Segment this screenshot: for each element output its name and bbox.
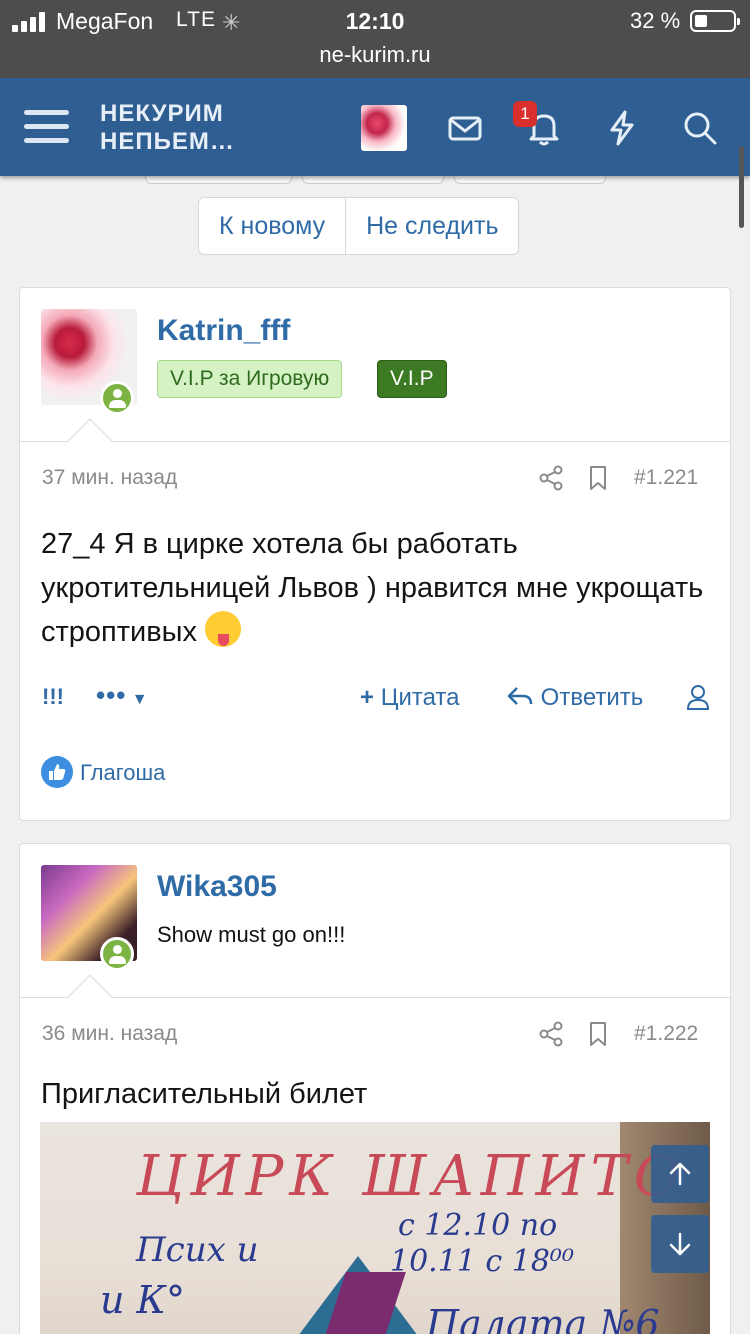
arrow-up-icon <box>669 1162 691 1186</box>
post: Wika305 Show must go on!!! 36 мин. назад… <box>19 843 731 1334</box>
like-icon <box>41 756 73 788</box>
username[interactable]: Wika305 <box>157 870 277 904</box>
more-options-button[interactable]: ••• ▼ <box>96 680 149 711</box>
scroll-to-bottom-button[interactable] <box>651 1215 709 1273</box>
bookmark-icon[interactable] <box>588 1021 608 1047</box>
plus-icon: + <box>360 684 375 711</box>
more-label: ••• <box>96 680 127 710</box>
status-bar: MegaFon LTE ✳ 12:10 32 % ne-kurim.ru <box>0 0 750 78</box>
scroll-to-top-button[interactable] <box>651 1145 709 1203</box>
search-icon[interactable] <box>680 108 720 148</box>
user-title: Show must go on!!! <box>157 922 346 947</box>
logo-line-2: НЕПЬЕМ… <box>100 128 235 155</box>
post-time[interactable]: 37 мин. назад <box>42 466 177 490</box>
battery-icon <box>690 10 740 32</box>
user-pointer-arrow <box>67 418 113 464</box>
post: Katrin_fff V.I.P за Игровую V.I.P 37 мин… <box>19 287 731 821</box>
site-logo[interactable]: НЕКУРИМ НЕПЬЕМ… <box>100 100 235 156</box>
user-banner: V.I.P <box>377 360 447 398</box>
site-header: НЕКУРИМ НЕПЬЕМ… <box>0 78 750 176</box>
user-banner: V.I.P за Игровую <box>157 360 343 398</box>
quote-button[interactable]: + Цитата <box>360 684 459 712</box>
divider <box>20 441 730 442</box>
report-button[interactable]: !!! <box>42 684 64 710</box>
user-icon[interactable] <box>686 684 710 710</box>
chevron-down-icon: ▼ <box>126 691 149 708</box>
tongue-out-emoji-icon <box>205 611 242 647</box>
arrow-down-icon <box>669 1232 691 1256</box>
reaction-user[interactable]: Глагоша <box>80 760 165 786</box>
quote-label: Цитата <box>380 684 460 711</box>
reply-button[interactable]: Ответить <box>506 684 643 712</box>
notification-badge: 1 <box>513 101 537 127</box>
bookmark-icon[interactable] <box>588 465 608 491</box>
post-number[interactable]: #1.222 <box>634 1022 698 1046</box>
photo-left-text-2: и К° <box>100 1278 185 1322</box>
attached-photo[interactable]: ЦИРК ШАПИТО с 12.10 по 10.11 с 18⁰⁰ Псих… <box>40 1122 710 1334</box>
share-icon[interactable] <box>538 465 564 491</box>
online-status-icon <box>100 381 134 415</box>
post-actions: !!! ••• ▼ + Цитата Ответить <box>20 680 730 718</box>
user-pointer-arrow <box>67 974 113 1020</box>
photo-bottom-text: Палата №6 <box>426 1302 660 1334</box>
photo-left-text-1: Псих и <box>136 1230 259 1270</box>
reply-icon <box>507 687 533 705</box>
photo-date-from: с 12.10 по <box>398 1208 558 1243</box>
menu-icon[interactable] <box>24 106 69 148</box>
address-bar[interactable]: ne-kurim.ru <box>0 42 750 68</box>
post-time[interactable]: 36 мин. назад <box>42 1022 177 1046</box>
post-text: 27_4 Я в цирке хотела бы работать укроти… <box>41 528 704 648</box>
divider <box>20 997 730 998</box>
page-scrollbar[interactable] <box>739 146 744 228</box>
account-avatar[interactable] <box>361 105 407 151</box>
reply-label: Ответить <box>540 684 644 711</box>
thread-button-group: К новому Не следить <box>198 197 520 255</box>
post-number[interactable]: #1.221 <box>634 466 698 490</box>
post-text: Пригласительный билет <box>41 1078 368 1110</box>
jump-to-new-button[interactable]: К новому <box>199 198 347 254</box>
unwatch-button[interactable]: Не следить <box>346 198 518 254</box>
mail-icon[interactable] <box>445 108 485 148</box>
battery-percent: 32 % <box>630 8 681 33</box>
photo-title-text: ЦИРК ШАПИТО <box>136 1144 686 1209</box>
post-body: 27_4 Я в цирке хотела бы работать укроти… <box>41 522 711 654</box>
share-icon[interactable] <box>538 1021 564 1047</box>
online-status-icon <box>100 937 134 971</box>
logo-line-1: НЕКУРИМ <box>100 100 224 127</box>
username[interactable]: Katrin_fff <box>157 314 290 348</box>
lightning-icon[interactable] <box>602 108 642 148</box>
